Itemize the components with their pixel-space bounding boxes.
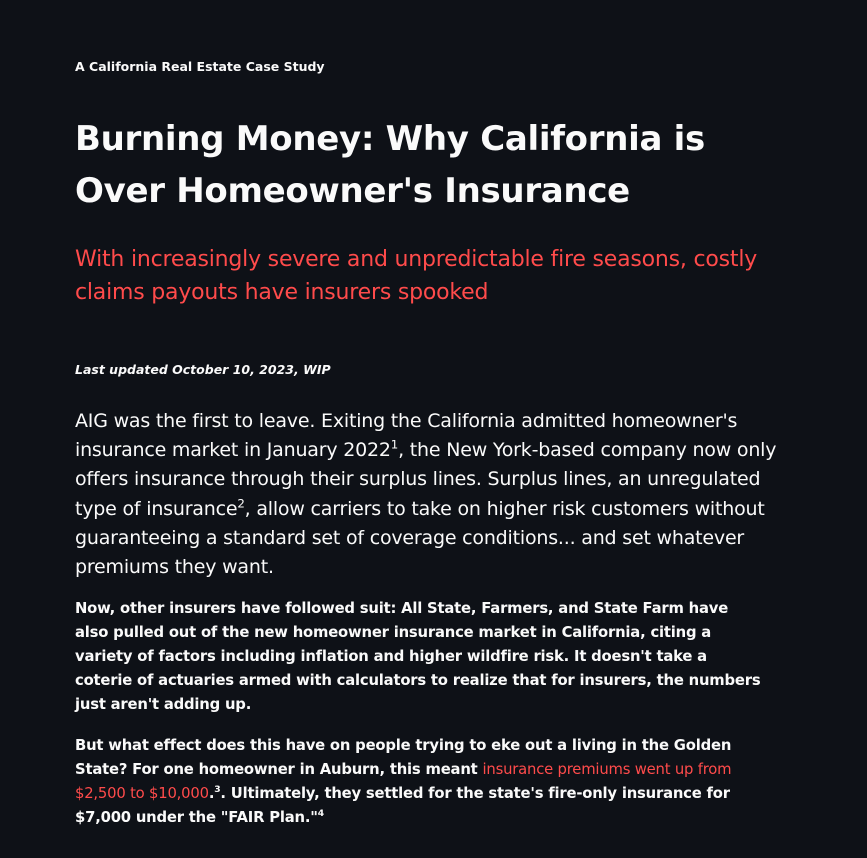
- body-paragraph-1: Now, other insurers have followed suit: …: [75, 600, 761, 713]
- footnote-4[interactable]: 4: [318, 808, 324, 819]
- page-title: Burning Money: Why California is Over Ho…: [75, 119, 705, 211]
- lead-paragraph: AIG was the first to leave. Exiting the …: [75, 407, 793, 582]
- last-updated: Last updated October 10, 2023, WIP: [75, 362, 331, 377]
- body-paragraph-2: But what effect does this have on people…: [75, 734, 765, 830]
- footnote-1[interactable]: 1: [391, 438, 399, 452]
- footnote-2[interactable]: 2: [237, 496, 245, 510]
- subtitle: With increasingly severe and unpredictab…: [75, 247, 758, 305]
- kicker: A California Real Estate Case Study: [75, 59, 325, 74]
